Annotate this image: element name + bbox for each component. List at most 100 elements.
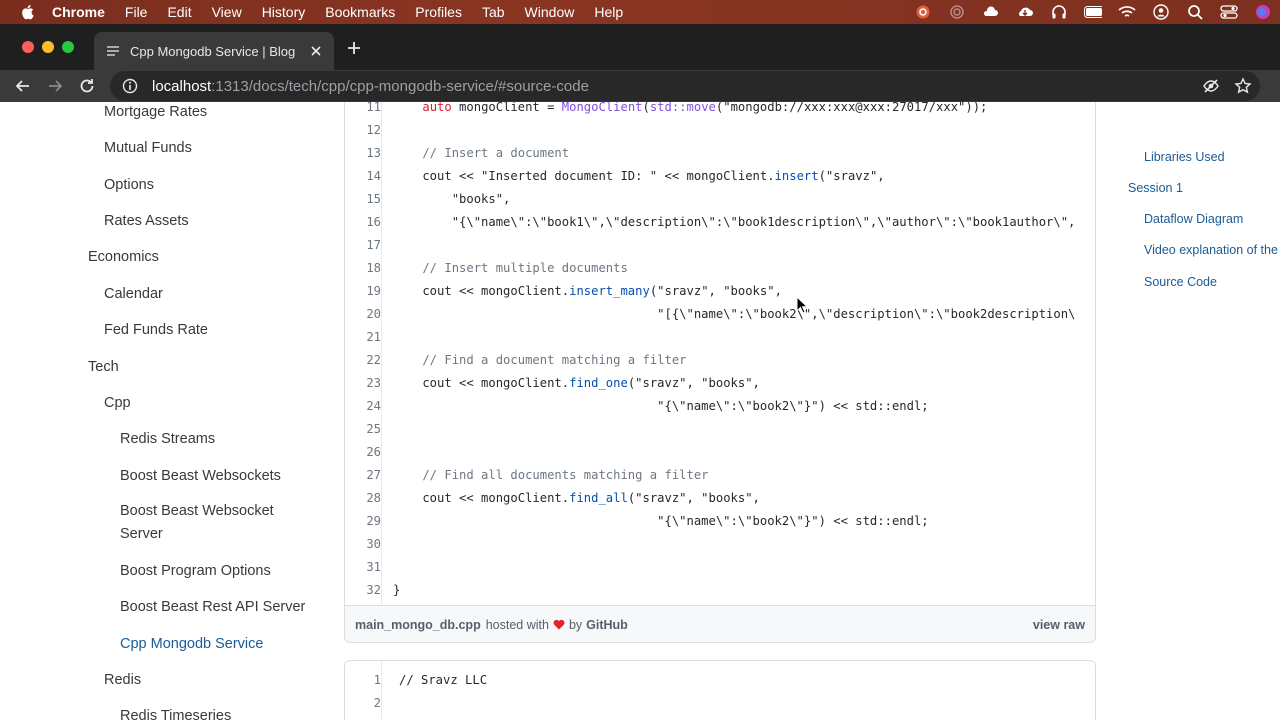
zoom-window-button[interactable] xyxy=(62,41,74,53)
site-info-icon[interactable] xyxy=(122,78,138,94)
sidebar-item-economics[interactable]: Economics xyxy=(88,249,159,265)
search-icon[interactable] xyxy=(1186,4,1204,20)
sidebar-item-mutual-funds[interactable]: Mutual Funds xyxy=(104,140,192,156)
new-tab-plus-icon[interactable] xyxy=(346,40,362,56)
minimize-window-button[interactable] xyxy=(42,41,54,53)
code-text: // Insert multiple documents xyxy=(393,261,628,275)
code-text: auto mongoClient = MongoClient(std::move… xyxy=(422,102,988,114)
code-line: 17 xyxy=(345,234,1095,257)
sidebar-item-redis[interactable]: Redis xyxy=(104,672,141,688)
reload-icon[interactable] xyxy=(78,77,96,95)
toc-source-code[interactable]: Source Code xyxy=(1144,275,1217,289)
line-number: 21 xyxy=(366,330,381,344)
url-path: :1313/docs/tech/cpp/cpp-mongodb-service/… xyxy=(211,77,589,95)
sidebar-item-fed-funds-rate[interactable]: Fed Funds Rate xyxy=(104,322,208,338)
sidebar-item-tech[interactable]: Tech xyxy=(88,359,119,375)
sidebar-item-rates-assets[interactable]: Rates Assets xyxy=(104,213,189,229)
close-window-button[interactable] xyxy=(22,41,34,53)
gist-filename-link[interactable]: main_mongo_db.cpp xyxy=(355,618,481,632)
line-number: 30 xyxy=(366,537,381,551)
heart-icon xyxy=(553,619,565,630)
page-content: Mortgage Rates Mutual Funds Options Rate… xyxy=(0,102,1280,720)
sidebar-item-redis-streams[interactable]: Redis Streams xyxy=(120,431,215,447)
sidebar-item-options[interactable]: Options xyxy=(104,177,154,193)
menu-tab[interactable]: Tab xyxy=(482,4,505,20)
tab-strip: Cpp Mongodb Service | Blog xyxy=(0,24,1280,70)
code-line: 18 // Insert multiple documents xyxy=(345,257,1095,280)
control-center-icon[interactable] xyxy=(1220,4,1238,20)
cloud-download-icon[interactable] xyxy=(1016,4,1034,20)
siri-icon[interactable] xyxy=(1254,4,1272,20)
user-icon[interactable] xyxy=(1152,4,1170,20)
url-host: localhost xyxy=(152,77,212,95)
toc-video-explanation[interactable]: Video explanation of the xyxy=(1144,243,1278,257)
sidebar-item-boost-program-options[interactable]: Boost Program Options xyxy=(120,563,271,579)
tab-active[interactable]: Cpp Mongodb Service | Blog xyxy=(94,32,334,70)
menu-edit[interactable]: Edit xyxy=(167,4,191,20)
address-bar[interactable]: localhost:1313/docs/tech/cpp/cpp-mongodb… xyxy=(110,71,1260,101)
code-line: 27 // Find all documents matching a filt… xyxy=(345,464,1095,487)
code-text: cout << "Inserted document ID: " << mong… xyxy=(393,169,885,183)
gist-hosted-text: hosted with xyxy=(485,617,549,632)
menu-view[interactable]: View xyxy=(212,4,242,20)
battery-icon[interactable] xyxy=(1084,4,1102,20)
menu-window[interactable]: Window xyxy=(525,4,575,20)
sidebar-item-boost-beast-websocket-server[interactable]: Boost Beast Websocket Server xyxy=(120,500,274,546)
mouse-cursor-icon xyxy=(796,296,808,314)
menu-bookmarks[interactable]: Bookmarks xyxy=(325,4,395,20)
code-line: 31 xyxy=(345,556,1095,579)
line-number: 31 xyxy=(366,560,381,574)
wifi-icon[interactable] xyxy=(1118,4,1136,20)
code-line: 21 xyxy=(345,326,1095,349)
menu-help[interactable]: Help xyxy=(594,4,623,20)
apple-icon[interactable] xyxy=(20,4,34,20)
forward-arrow-icon[interactable] xyxy=(46,77,64,95)
code-line: 26 xyxy=(345,441,1095,464)
eye-slash-icon[interactable] xyxy=(1202,77,1220,95)
bookmark-star-icon[interactable] xyxy=(1234,77,1252,95)
toc-libraries-used[interactable]: Libraries Used xyxy=(1144,150,1225,164)
code-line: 15 "books", xyxy=(345,188,1095,211)
code-text: // Find all documents matching a filter xyxy=(393,468,709,482)
gist-embed: 11 auto mongoClient = MongoClient(std::m… xyxy=(344,102,1096,643)
line-number: 29 xyxy=(366,514,381,528)
line-number: 14 xyxy=(366,169,381,183)
toc-session-1[interactable]: Session 1 xyxy=(1128,181,1183,195)
line-number: 26 xyxy=(366,445,381,459)
sidebar-item-cpp-mongodb-service[interactable]: Cpp Mongodb Service xyxy=(120,636,263,652)
view-raw-link[interactable]: view raw xyxy=(1033,618,1085,632)
menu-history[interactable]: History xyxy=(262,4,306,20)
sidebar-item-mortgage-rates[interactable]: Mortgage Rates xyxy=(104,104,207,120)
menu-app-name[interactable]: Chrome xyxy=(52,4,105,20)
headphones-icon[interactable] xyxy=(1050,4,1068,20)
github-link[interactable]: GitHub xyxy=(586,618,628,632)
code-line: 32} xyxy=(345,579,1095,602)
code-text: cout << mongoClient.find_all("sravz", "b… xyxy=(393,491,760,505)
menu-profiles[interactable]: Profiles xyxy=(415,4,462,20)
weather-icon[interactable] xyxy=(982,4,1000,20)
sidebar-item-cpp[interactable]: Cpp xyxy=(104,395,131,411)
sidebar-item-boost-beast-websockets[interactable]: Boost Beast Websockets xyxy=(120,468,281,484)
spiral-icon[interactable] xyxy=(948,4,966,20)
code-text: cout << mongoClient.find_one("sravz", "b… xyxy=(393,376,760,390)
line-number: 24 xyxy=(366,399,381,413)
sidebar-item-redis-timeseries[interactable]: Redis Timeseries xyxy=(120,708,231,720)
line-number: 12 xyxy=(366,123,381,137)
sidebar-item-calendar[interactable]: Calendar xyxy=(104,286,163,302)
code-line: 1 // Sravz LLC xyxy=(345,669,1095,692)
recording-icon[interactable] xyxy=(914,4,932,20)
code-text: // Insert a document xyxy=(393,146,570,160)
close-icon[interactable] xyxy=(308,43,324,59)
gist-embed-second: 1 // Sravz LLC 2 xyxy=(344,660,1096,720)
menu-file[interactable]: File xyxy=(125,4,148,20)
back-arrow-icon[interactable] xyxy=(14,77,32,95)
code-line: 24 "{\"name\":\"book2\"}") << std::endl; xyxy=(345,395,1095,418)
line-number: 19 xyxy=(366,284,381,298)
toc-dataflow-diagram[interactable]: Dataflow Diagram xyxy=(1144,212,1243,226)
line-number: 1 xyxy=(373,673,381,687)
sidebar-item-boost-beast-rest-api-server[interactable]: Boost Beast Rest API Server xyxy=(120,599,305,615)
code-text: } xyxy=(393,583,401,597)
document-lines-icon xyxy=(107,46,119,56)
macos-menu-bar: Chrome File Edit View History Bookmarks … xyxy=(0,0,1280,24)
line-number: 16 xyxy=(366,215,381,229)
